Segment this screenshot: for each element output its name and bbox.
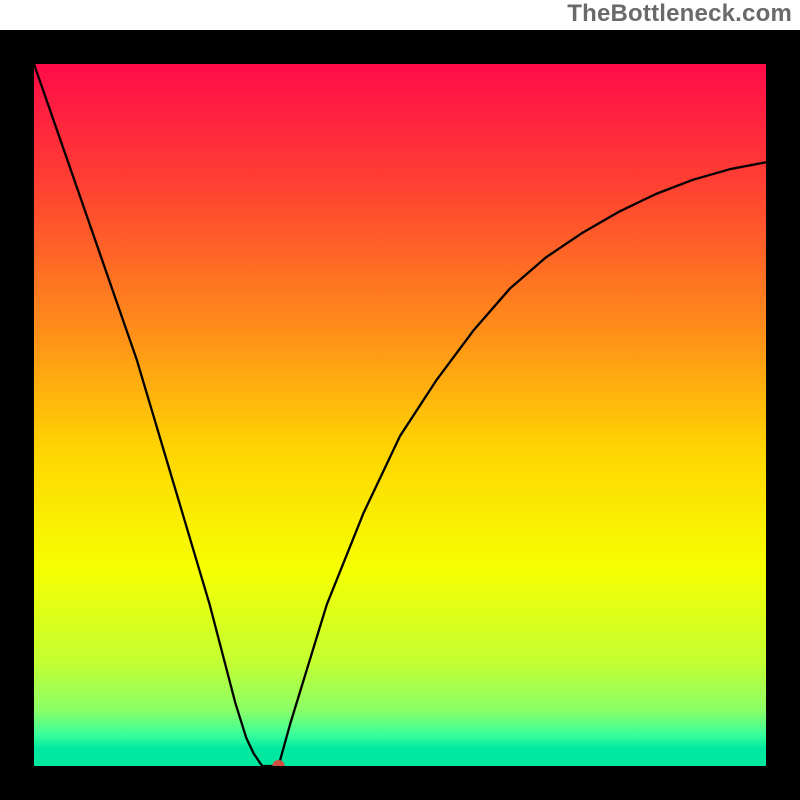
- bottleneck-chart: [0, 0, 800, 800]
- gradient-background: [34, 64, 766, 766]
- green-band: [34, 751, 766, 766]
- watermark-text: TheBottleneck.com: [567, 0, 792, 28]
- chart-stage: TheBottleneck.com: [0, 0, 800, 800]
